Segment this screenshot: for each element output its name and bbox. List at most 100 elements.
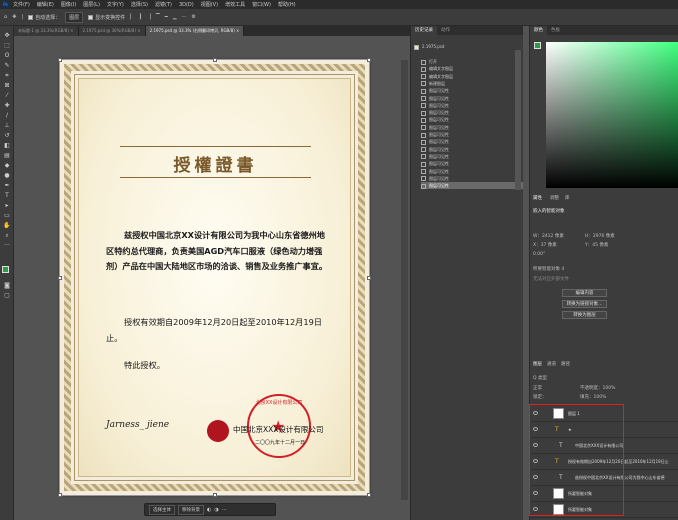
tab-adjustments[interactable]: 调整 xyxy=(550,195,559,201)
tab-paths[interactable]: 路径 xyxy=(561,361,570,367)
menu-item-filter[interactable]: 滤镜(T) xyxy=(155,1,172,8)
menu-item-view[interactable]: 视图(V) xyxy=(201,1,218,8)
foreground-color-swatch[interactable] xyxy=(2,266,9,273)
history-item[interactable]: 编辑文字图层 xyxy=(421,73,523,80)
history-item[interactable]: 图层可见性 xyxy=(421,102,523,109)
align-top-icon[interactable]: ▔ xyxy=(156,14,160,20)
history-item[interactable]: 图层可见性 xyxy=(421,153,523,160)
history-item[interactable]: 图层可见性 xyxy=(421,138,523,145)
history-item[interactable]: 图层可见性 xyxy=(421,160,523,167)
eyedropper-tool-icon[interactable]: ⁄ xyxy=(3,92,11,99)
more-options-icon[interactable]: ··· xyxy=(182,14,187,20)
menu-item-edit[interactable]: 编辑(E) xyxy=(37,1,54,8)
menu-item-window[interactable]: 窗口(W) xyxy=(252,1,271,8)
move-tool-icon[interactable]: ✥ xyxy=(3,32,11,39)
healing-brush-tool-icon[interactable]: ✚ xyxy=(3,102,11,109)
history-item[interactable]: 图层可见性 xyxy=(421,168,523,175)
certificate-canvas[interactable]: 授權證書 兹授权中国北京XX设计有限公司为我中心山东省德州地区特约总代理商，负责… xyxy=(58,58,371,497)
menu-item-plugins[interactable]: 增效工具 xyxy=(225,1,245,8)
show-transform-option[interactable]: 显示变换控件 xyxy=(88,14,125,21)
select-subject-button[interactable]: 选择主体 xyxy=(149,504,175,515)
adjust-icon[interactable]: ◑ xyxy=(214,507,218,513)
zoom-tool-icon[interactable]: ⌕ xyxy=(3,232,11,239)
tab-color[interactable]: 颜色 xyxy=(530,26,547,35)
move-tool-icon[interactable]: ✥ xyxy=(12,14,16,20)
auto-select-dropdown[interactable]: 图层 xyxy=(65,11,84,23)
edit-contents-button[interactable]: 编辑内容 xyxy=(562,289,607,297)
align-center-icon[interactable]: ┃ xyxy=(139,14,142,20)
angle-field[interactable]: 0.00° xyxy=(533,252,545,257)
align-middle-icon[interactable]: ━ xyxy=(165,14,168,20)
transform-handle[interactable] xyxy=(58,58,62,62)
y-field[interactable]: Y：45 像素 xyxy=(585,242,608,248)
history-item[interactable]: 打开 xyxy=(421,58,523,65)
quick-mask-icon[interactable]: ◙ xyxy=(3,282,11,289)
convert-layers-button[interactable]: 转换为图层 xyxy=(562,311,607,319)
history-item[interactable]: 图层可见性 xyxy=(421,131,523,138)
auto-select-checkbox[interactable] xyxy=(28,14,34,20)
history-item[interactable]: 图层可见性 xyxy=(421,116,523,123)
menu-item-help[interactable]: 帮助(H) xyxy=(278,1,296,8)
transform-handle[interactable] xyxy=(213,58,217,62)
current-color-swatch[interactable] xyxy=(534,42,541,49)
history-item[interactable]: 图层可见性 xyxy=(421,87,523,94)
tab-channels[interactable]: 通道 xyxy=(547,361,556,367)
path-select-tool-icon[interactable]: ▸ xyxy=(3,202,11,209)
history-scrollbar[interactable] xyxy=(515,50,521,190)
history-item[interactable]: 编辑文字图层 xyxy=(421,65,523,72)
home-icon[interactable]: ⌂ xyxy=(4,14,7,20)
menu-item-layer[interactable]: 图层(L) xyxy=(83,1,100,8)
screen-mode-icon[interactable]: ▢ xyxy=(3,292,11,299)
brush-tool-icon[interactable]: ∕ xyxy=(3,112,11,119)
show-transform-checkbox[interactable] xyxy=(88,14,94,20)
color-picker-field[interactable] xyxy=(546,42,678,188)
transform-handle[interactable] xyxy=(367,493,371,497)
convert-linked-button[interactable]: 转换为链接对象... xyxy=(562,300,607,308)
tab-swatches[interactable]: 色板 xyxy=(547,26,564,35)
opacity-field[interactable]: 不透明度：100% xyxy=(580,385,615,391)
gradient-tool-icon[interactable]: ▤ xyxy=(3,152,11,159)
crop-tool-icon[interactable]: ⌗ xyxy=(3,72,11,79)
quick-select-tool-icon[interactable]: ✎ xyxy=(3,62,11,69)
settings-gear-icon[interactable]: ⚙ xyxy=(191,14,195,20)
menu-item-3d[interactable]: 3D(D) xyxy=(179,2,194,8)
more-icon[interactable]: ··· xyxy=(222,507,227,513)
blend-mode-dropdown[interactable]: 正常 xyxy=(533,385,542,391)
history-item[interactable]: 图层可见性 xyxy=(421,109,523,116)
more-tools-icon[interactable]: ··· xyxy=(3,242,11,249)
transform-handle[interactable] xyxy=(58,493,62,497)
tab-actions[interactable]: 动作 xyxy=(437,26,454,35)
width-field[interactable]: W：2412 像素 xyxy=(533,233,564,239)
hand-tool-icon[interactable]: ✋ xyxy=(3,222,11,229)
tab-libraries[interactable]: 库 xyxy=(565,195,570,201)
tab-history[interactable]: 历史记录 xyxy=(411,26,437,35)
history-brush-tool-icon[interactable]: ↺ xyxy=(3,132,11,139)
clone-stamp-tool-icon[interactable]: ⊥ xyxy=(3,122,11,129)
align-bottom-icon[interactable]: ▁ xyxy=(173,14,177,20)
frame-tool-icon[interactable]: ⊠ xyxy=(3,82,11,89)
tab-document-2[interactable]: 2.1975.psd @ 30%(RGB/8) × xyxy=(78,26,146,36)
height-field[interactable]: H：2976 像素 xyxy=(585,233,615,239)
align-left-icon[interactable]: ▏ xyxy=(130,14,134,20)
blur-tool-icon[interactable]: ◆ xyxy=(3,162,11,169)
dodge-tool-icon[interactable]: ● xyxy=(3,172,11,179)
canvas-scrollbar[interactable] xyxy=(401,60,408,500)
history-item[interactable]: 图层可见性 xyxy=(421,182,523,190)
type-tool-icon[interactable]: T xyxy=(3,192,11,199)
transform-handle[interactable] xyxy=(367,58,371,62)
layer-kind-filter[interactable]: Q 类型 xyxy=(533,375,547,381)
history-item[interactable]: 图层可见性 xyxy=(421,124,523,131)
transform-handle[interactable] xyxy=(213,493,217,497)
tab-document-1[interactable]: 未标题-1 @ 33.3%(RGB/8) × xyxy=(14,26,79,36)
menu-item-select[interactable]: 选择(S) xyxy=(131,1,148,8)
transform-handle[interactable] xyxy=(58,276,62,280)
history-item[interactable]: 图层可见性 xyxy=(421,146,523,153)
menu-item-image[interactable]: 图像(I) xyxy=(61,1,76,8)
history-snapshot[interactable]: 2.1975.psd xyxy=(414,43,516,50)
x-field[interactable]: X：37 像素 xyxy=(533,242,557,248)
auto-select-option[interactable]: 自动选择： xyxy=(28,14,60,21)
history-item[interactable]: 图层可见性 xyxy=(421,175,523,182)
pen-tool-icon[interactable]: ✒ xyxy=(3,182,11,189)
remove-background-button[interactable]: 移除背景 xyxy=(178,504,204,515)
align-right-icon[interactable]: ▕ xyxy=(147,14,151,20)
